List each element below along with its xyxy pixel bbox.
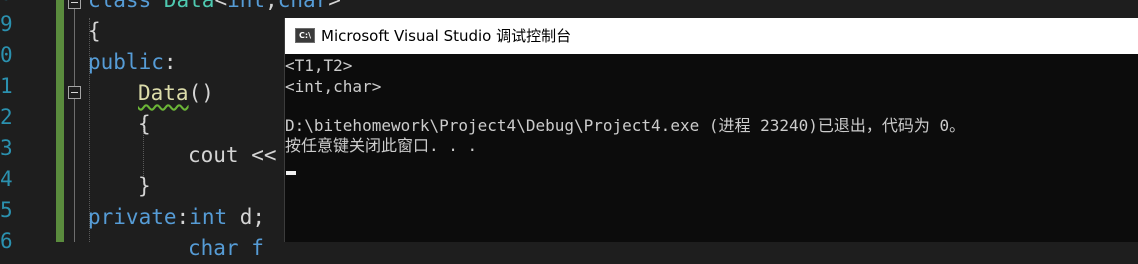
- console-line: <T1,T2>: [285, 56, 353, 75]
- line-number: 2: [0, 105, 13, 129]
- console-line: <int,char>: [285, 77, 382, 96]
- line-number: 3: [0, 136, 13, 160]
- console-title-bar[interactable]: C:\ Microsoft Visual Studio 调试控制台: [285, 18, 1138, 54]
- fold-guide-line: [74, 9, 75, 242]
- code-line-private: private:int d;: [88, 205, 266, 229]
- line-number: 9: [0, 12, 13, 36]
- code-line-partial: char f: [188, 236, 264, 260]
- console-output[interactable]: <T1,T2> <int,char> D:\bitehomework\Proje…: [285, 54, 1138, 242]
- code-line-open-brace: {: [138, 112, 151, 136]
- code-line-constructor: Data(): [138, 81, 214, 105]
- code-line-open-brace: {: [88, 19, 101, 43]
- code-line-close-brace: }: [138, 174, 151, 198]
- console-app-icon: C:\: [295, 28, 315, 43]
- collapse-class-icon[interactable]: [68, 0, 81, 9]
- console-window-title: Microsoft Visual Studio 调试控制台: [321, 27, 572, 45]
- constructor-name: Data: [138, 81, 189, 105]
- code-line-public: public:: [88, 50, 177, 74]
- keyword: class: [88, 0, 152, 12]
- code-line-class-declaration: class Data<int,char>: [88, 0, 341, 16]
- keyword: public: [88, 50, 164, 74]
- line-number: 0: [0, 43, 13, 67]
- line-number: 4: [0, 167, 13, 191]
- keyword: int: [189, 205, 228, 229]
- change-tracking-bar: [56, 0, 64, 242]
- class-name: Data: [163, 0, 215, 12]
- console-line: 按任意键关闭此窗口. . .: [285, 136, 478, 155]
- debug-console-window[interactable]: C:\ Microsoft Visual Studio 调试控制台 <T1,T2…: [284, 18, 1138, 242]
- line-number: 1: [0, 74, 13, 98]
- line-number: 8: [0, 0, 14, 9]
- console-line: D:\bitehomework\Project4\Debug\Project4.…: [285, 116, 966, 135]
- code-line-cout: cout <<: [188, 143, 277, 167]
- keyword: private: [88, 205, 177, 229]
- text-cursor: [286, 171, 296, 175]
- collapse-constructor-icon[interactable]: [68, 86, 81, 99]
- line-number: 5: [0, 198, 13, 222]
